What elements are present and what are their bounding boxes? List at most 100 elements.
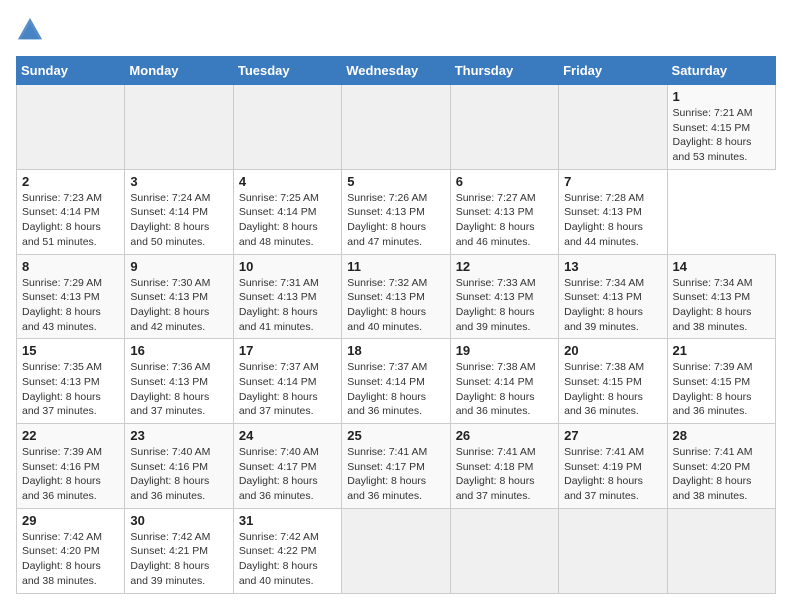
day-number: 22 — [22, 428, 119, 443]
day-info: Sunrise: 7:41 AMSunset: 4:19 PMDaylight:… — [564, 445, 661, 504]
day-cell-20: 20Sunrise: 7:38 AMSunset: 4:15 PMDayligh… — [559, 339, 667, 424]
empty-cell — [233, 85, 341, 170]
day-info: Sunrise: 7:25 AMSunset: 4:14 PMDaylight:… — [239, 191, 336, 250]
day-info: Sunrise: 7:37 AMSunset: 4:14 PMDaylight:… — [347, 360, 444, 419]
day-info: Sunrise: 7:24 AMSunset: 4:14 PMDaylight:… — [130, 191, 227, 250]
day-number: 26 — [456, 428, 553, 443]
day-cell-16: 16Sunrise: 7:36 AMSunset: 4:13 PMDayligh… — [125, 339, 233, 424]
day-header-sunday: Sunday — [17, 57, 125, 85]
day-cell-2: 2Sunrise: 7:23 AMSunset: 4:14 PMDaylight… — [17, 169, 125, 254]
day-info: Sunrise: 7:42 AMSunset: 4:21 PMDaylight:… — [130, 530, 227, 589]
day-cell-30: 30Sunrise: 7:42 AMSunset: 4:21 PMDayligh… — [125, 508, 233, 593]
day-cell-27: 27Sunrise: 7:41 AMSunset: 4:19 PMDayligh… — [559, 424, 667, 509]
day-header-wednesday: Wednesday — [342, 57, 450, 85]
calendar-week-4: 15Sunrise: 7:35 AMSunset: 4:13 PMDayligh… — [17, 339, 776, 424]
day-number: 9 — [130, 259, 227, 274]
calendar-week-2: 2Sunrise: 7:23 AMSunset: 4:14 PMDaylight… — [17, 169, 776, 254]
day-cell-31: 31Sunrise: 7:42 AMSunset: 4:22 PMDayligh… — [233, 508, 341, 593]
page-header — [16, 16, 776, 44]
day-cell-3: 3 Sunrise: 7:24 AMSunset: 4:14 PMDaylight… — [125, 169, 233, 254]
day-number: 19 — [456, 343, 553, 358]
day-info: Sunrise: 7:37 AMSunset: 4:14 PMDaylight:… — [239, 360, 336, 419]
day-info: Sunrise: 7:27 AMSunset: 4:13 PMDaylight:… — [456, 191, 553, 250]
day-info: Sunrise: 7:41 AMSunset: 4:18 PMDaylight:… — [456, 445, 553, 504]
day-number: 29 — [22, 513, 119, 528]
empty-cell — [559, 508, 667, 593]
day-info: Sunrise: 7:23 AMSunset: 4:14 PMDaylight:… — [22, 191, 119, 250]
day-number: 21 — [673, 343, 770, 358]
day-info: Sunrise: 7:30 AMSunset: 4:13 PMDaylight:… — [130, 276, 227, 335]
day-number: 15 — [22, 343, 119, 358]
day-number: 17 — [239, 343, 336, 358]
day-info: Sunrise: 7:40 AMSunset: 4:16 PMDaylight:… — [130, 445, 227, 504]
calendar-header-row: SundayMondayTuesdayWednesdayThursdayFrid… — [17, 57, 776, 85]
calendar-week-1: 1 Sunrise: 7:21 AMSunset: 4:15 PMDaylight… — [17, 85, 776, 170]
day-cell-14: 14 Sunrise: 7:34 AMSunset: 4:13 PMDayligh… — [667, 254, 775, 339]
day-cell-5: 5 Sunrise: 7:26 AMSunset: 4:13 PMDaylight… — [342, 169, 450, 254]
day-info: Sunrise: 7:26 AMSunset: 4:13 PMDaylight:… — [347, 191, 444, 250]
day-cell-6: 6 Sunrise: 7:27 AMSunset: 4:13 PMDaylight… — [450, 169, 558, 254]
day-header-saturday: Saturday — [667, 57, 775, 85]
calendar-week-5: 22Sunrise: 7:39 AMSunset: 4:16 PMDayligh… — [17, 424, 776, 509]
day-header-thursday: Thursday — [450, 57, 558, 85]
day-info: Sunrise: 7:33 AMSunset: 4:13 PMDaylight:… — [456, 276, 553, 335]
day-number: 24 — [239, 428, 336, 443]
day-cell-28: 28Sunrise: 7:41 AMSunset: 4:20 PMDayligh… — [667, 424, 775, 509]
empty-cell — [450, 508, 558, 593]
day-number: 14 — [673, 259, 770, 274]
day-cell-8: 8 Sunrise: 7:29 AMSunset: 4:13 PMDaylight… — [17, 254, 125, 339]
logo — [16, 16, 48, 44]
day-cell-29: 29 Sunrise: 7:42 AMSunset: 4:20 PMDayligh… — [17, 508, 125, 593]
day-number: 20 — [564, 343, 661, 358]
day-cell-13: 13Sunrise: 7:34 AMSunset: 4:13 PMDayligh… — [559, 254, 667, 339]
day-cell-1: 1 Sunrise: 7:21 AMSunset: 4:15 PMDaylight… — [667, 85, 775, 170]
calendar-week-6: 29 Sunrise: 7:42 AMSunset: 4:20 PMDayligh… — [17, 508, 776, 593]
day-number: 4 — [239, 174, 336, 189]
day-number: 8 — [22, 259, 119, 274]
day-info: Sunrise: 7:40 AMSunset: 4:17 PMDaylight:… — [239, 445, 336, 504]
empty-cell — [17, 85, 125, 170]
day-number: 1 — [673, 89, 770, 104]
day-info: Sunrise: 7:42 AMSunset: 4:20 PMDaylight:… — [22, 530, 119, 589]
day-header-friday: Friday — [559, 57, 667, 85]
calendar-week-3: 8 Sunrise: 7:29 AMSunset: 4:13 PMDaylight… — [17, 254, 776, 339]
empty-cell — [667, 508, 775, 593]
day-cell-17: 17 Sunrise: 7:37 AMSunset: 4:14 PMDayligh… — [233, 339, 341, 424]
day-info: Sunrise: 7:42 AMSunset: 4:22 PMDaylight:… — [239, 530, 336, 589]
day-info: Sunrise: 7:29 AMSunset: 4:13 PMDaylight:… — [22, 276, 119, 335]
day-cell-7: 7 Sunrise: 7:28 AMSunset: 4:13 PMDaylight… — [559, 169, 667, 254]
day-number: 23 — [130, 428, 227, 443]
day-number: 10 — [239, 259, 336, 274]
empty-cell — [125, 85, 233, 170]
day-cell-24: 24 Sunrise: 7:40 AMSunset: 4:17 PMDayligh… — [233, 424, 341, 509]
day-info: Sunrise: 7:34 AMSunset: 4:13 PMDaylight:… — [673, 276, 770, 335]
day-number: 11 — [347, 259, 444, 274]
day-info: Sunrise: 7:39 AMSunset: 4:15 PMDaylight:… — [673, 360, 770, 419]
day-info: Sunrise: 7:41 AMSunset: 4:20 PMDaylight:… — [673, 445, 770, 504]
day-cell-25: 25Sunrise: 7:41 AMSunset: 4:17 PMDayligh… — [342, 424, 450, 509]
day-cell-19: 19Sunrise: 7:38 AMSunset: 4:14 PMDayligh… — [450, 339, 558, 424]
day-number: 12 — [456, 259, 553, 274]
day-cell-18: 18 Sunrise: 7:37 AMSunset: 4:14 PMDayligh… — [342, 339, 450, 424]
day-info: Sunrise: 7:32 AMSunset: 4:13 PMDaylight:… — [347, 276, 444, 335]
calendar: SundayMondayTuesdayWednesdayThursdayFrid… — [16, 56, 776, 594]
day-info: Sunrise: 7:28 AMSunset: 4:13 PMDaylight:… — [564, 191, 661, 250]
empty-cell — [342, 508, 450, 593]
empty-cell — [559, 85, 667, 170]
day-info: Sunrise: 7:31 AMSunset: 4:13 PMDaylight:… — [239, 276, 336, 335]
day-cell-23: 23 Sunrise: 7:40 AMSunset: 4:16 PMDayligh… — [125, 424, 233, 509]
day-cell-22: 22Sunrise: 7:39 AMSunset: 4:16 PMDayligh… — [17, 424, 125, 509]
day-info: Sunrise: 7:21 AMSunset: 4:15 PMDaylight:… — [673, 106, 770, 165]
logo-icon — [16, 16, 44, 44]
day-number: 13 — [564, 259, 661, 274]
day-cell-9: 9 Sunrise: 7:30 AMSunset: 4:13 PMDaylight… — [125, 254, 233, 339]
day-number: 5 — [347, 174, 444, 189]
day-number: 3 — [130, 174, 227, 189]
day-cell-4: 4 Sunrise: 7:25 AMSunset: 4:14 PMDaylight… — [233, 169, 341, 254]
day-cell-15: 15Sunrise: 7:35 AMSunset: 4:13 PMDayligh… — [17, 339, 125, 424]
day-number: 7 — [564, 174, 661, 189]
day-number: 18 — [347, 343, 444, 358]
day-number: 25 — [347, 428, 444, 443]
day-number: 6 — [456, 174, 553, 189]
day-cell-11: 11 Sunrise: 7:32 AMSunset: 4:13 PMDayligh… — [342, 254, 450, 339]
